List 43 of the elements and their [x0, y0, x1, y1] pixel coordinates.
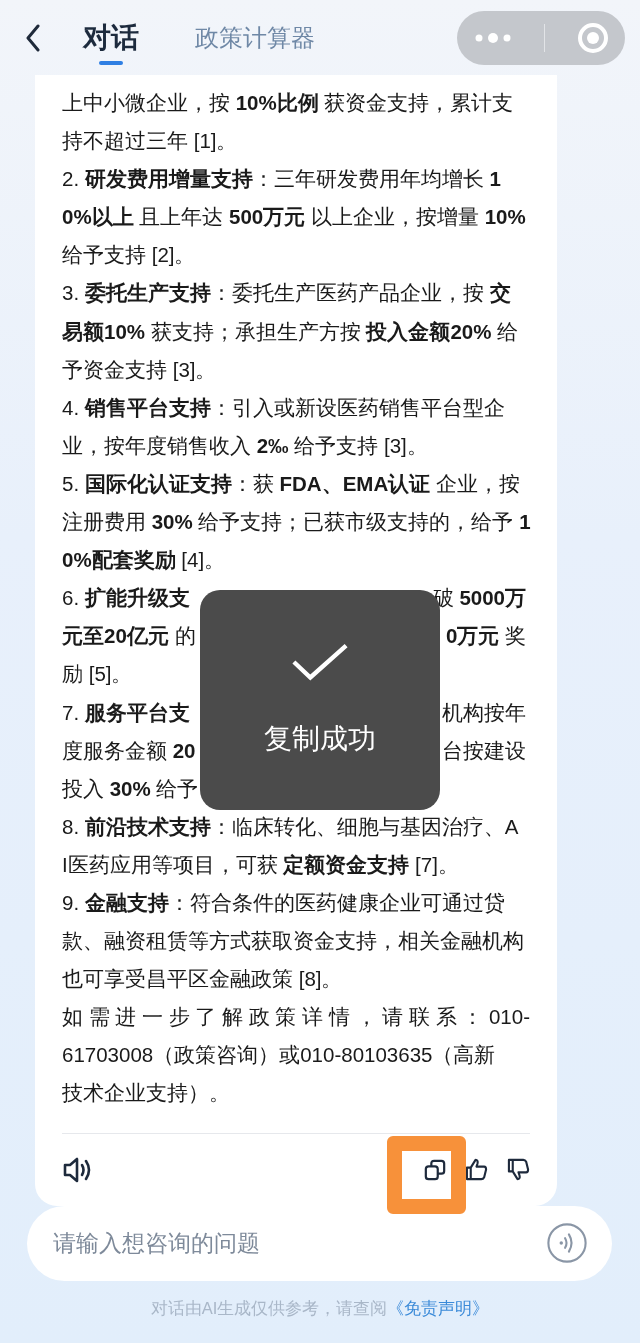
message-text: 8. 前沿技术支持：临床转化、细胞与基因治疗、A	[62, 813, 519, 840]
message-text: 如需进一步了解政策详情，请联系：010-	[62, 1004, 530, 1031]
tab[interactable]: 对话	[83, 8, 139, 67]
message-text: 2. 研发费用增量支持：三年研发费用年均增长 1	[62, 166, 501, 193]
voice-icon[interactable]	[546, 1221, 588, 1264]
message-text: 投入 30% 给予	[62, 775, 199, 802]
message-text: 业，按年度销售收入 2‰ 给予支持 [3]。	[62, 432, 428, 459]
disclaimer-text: 对话由AI生成仅供参考，请查阅	[150, 1298, 388, 1317]
message-text: 台按建设	[442, 737, 526, 764]
message-text: 4. 销售平台支持：引入或新设医药销售平台型企	[62, 394, 505, 421]
message-text: 61703008（政策咨询）或010-80103635（高新	[62, 1042, 496, 1069]
check-icon	[291, 642, 349, 682]
message-text: 易额10% 获支持；承担生产方按 投入金额20% 给	[62, 318, 519, 345]
thumbs-down-icon[interactable]	[507, 1158, 530, 1182]
question-field[interactable]: 请输入想咨询的问题	[27, 1205, 612, 1281]
message-text: 9. 金融支持：符合条件的医药健康企业可通过贷	[62, 889, 505, 916]
toast-text: 复制成功	[264, 722, 376, 756]
message-text: 持不超过三年 [1]。	[62, 128, 238, 155]
message-text: 0%配套奖励 [4]。	[62, 547, 226, 574]
message-text: 也可享受昌平区金融政策 [8]。	[62, 966, 343, 993]
speaker-icon[interactable]	[62, 1155, 92, 1184]
message-text: 6. 扩能升级支	[62, 585, 190, 612]
message-text: 元至20亿元 的	[62, 623, 196, 650]
message-text: 给予支持 [2]。	[62, 242, 196, 269]
disclaimer-link[interactable]: 《免责声明》	[387, 1298, 490, 1317]
message-text: 3. 委托生产支持：委托生产医药产品企业，按 交	[62, 280, 511, 307]
message-text: I医药应用等项目，可获 定额资金支持 [7]。	[62, 851, 459, 878]
message-text: 机构按年	[442, 699, 526, 726]
thumbs-up-icon[interactable]	[465, 1158, 488, 1182]
message-text: 励 [5]。	[62, 661, 133, 688]
message-text: 度服务金额 20	[62, 737, 196, 764]
copy-icon[interactable]	[424, 1158, 446, 1181]
message-text: 予资金支持 [3]。	[62, 356, 217, 383]
message-text: 5. 国际化认证支持：获 FDA、EMA认证 企业，按	[62, 470, 520, 497]
message-text: 0万元 奖	[445, 623, 526, 650]
message-text: 注册费用 30% 给予支持；已获市级支持的，给予 1	[62, 509, 531, 536]
message-text: 7. 服务平台支	[62, 699, 190, 726]
back-icon[interactable]	[25, 23, 41, 52]
message-text: 技术企业支持）。	[62, 1080, 230, 1107]
message-text: 0%以上 且上年达 500万元 以上企业，按增量 10%	[62, 204, 526, 231]
message-text: 上中小微企业，按 10%比例 获资金支持，累计支	[62, 90, 514, 116]
tab[interactable]: 政策计算器	[195, 19, 315, 56]
message-text: 款、融资租赁等方式获取资金支持，相关金融机构	[62, 928, 524, 955]
